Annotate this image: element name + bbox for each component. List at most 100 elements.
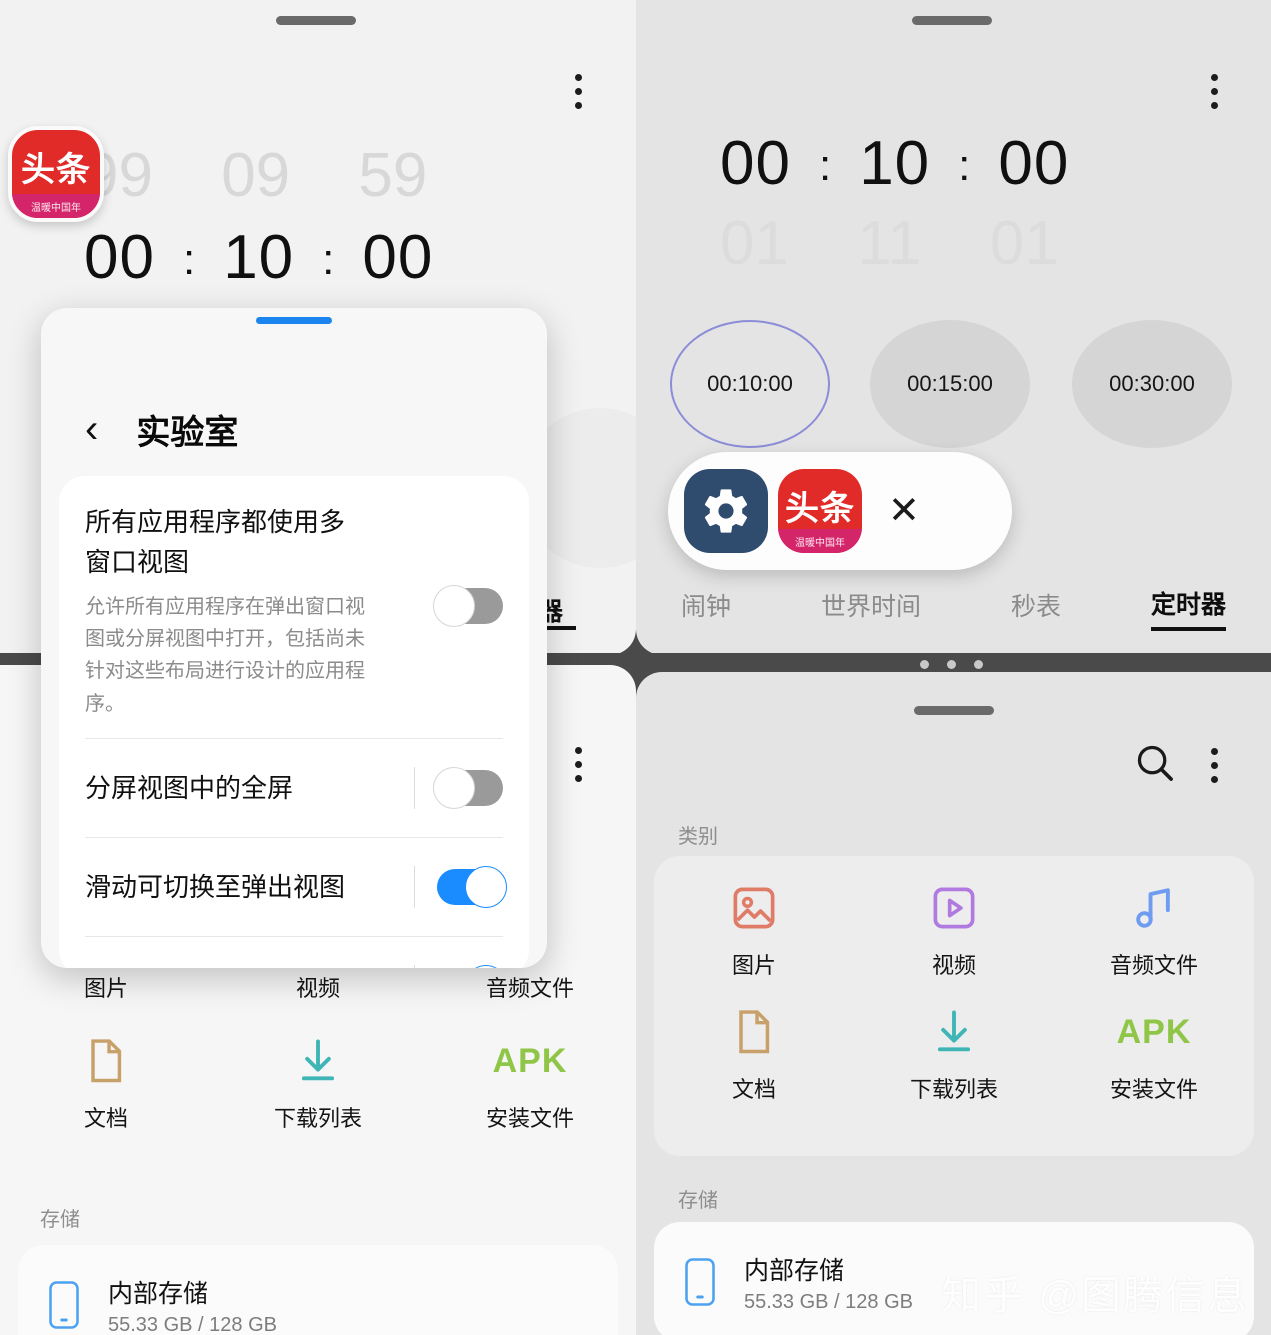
download-icon xyxy=(301,1039,335,1081)
image-icon xyxy=(733,887,775,929)
timer-seconds-left[interactable]: 00 xyxy=(362,222,433,293)
split-screen-stage: 99 : 09 : 59 00 : 10 : 00 器 头条 温暖中国年 00 … xyxy=(0,0,1271,1335)
timer-preset-0[interactable]: 00:10:00 xyxy=(670,320,830,448)
video-icon xyxy=(933,887,975,929)
setting-row-swipe-popup[interactable]: 滑动可切换至弹出视图 xyxy=(59,838,529,936)
storage-name-right: 内部存储 xyxy=(744,1256,845,1285)
file-manager-right-window: 类别 图片 视频 音频文件 文档 下载列表 APK 安装文件 存储 内部存储 5… xyxy=(636,672,1271,1335)
timer-hours-left[interactable]: 00 xyxy=(84,222,155,293)
toggle-separator-2 xyxy=(414,866,415,909)
toggle-multiwindow[interactable] xyxy=(433,585,503,627)
timer-minutes-left[interactable]: 10 xyxy=(223,222,294,293)
search-icon[interactable] xyxy=(1132,740,1178,786)
setting-row-swipe-popup-title: 滑动可切换至弹出视图 xyxy=(85,872,346,902)
toutiao-icon-floating-left[interactable]: 头条 温暖中国年 xyxy=(8,126,104,222)
category-label-audio-right: 音频文件 xyxy=(1109,953,1198,978)
kebab-menu-icon-clock-right[interactable] xyxy=(1210,74,1218,109)
category-label-documents-left: 文档 xyxy=(83,1106,128,1131)
category-label-downloads-right: 下载列表 xyxy=(909,1077,998,1102)
ghost-minutes-left: 09 xyxy=(221,141,291,210)
kebab-menu-icon-files-left[interactable] xyxy=(574,747,582,782)
window-grabber-handle-left[interactable] xyxy=(276,16,356,25)
setting-row-multiwindow-title-1: 所有应用程序都使用多 xyxy=(85,507,346,537)
apk-icon: APK xyxy=(1116,1012,1192,1051)
category-label-apk-right: 安装文件 xyxy=(1109,1077,1198,1102)
gear-icon-app[interactable] xyxy=(684,469,768,553)
lab-settings-popup-window[interactable]: ‹ 实验室 所有应用程序都使用多 窗口视图 允许所有应用程序在弹出窗口视图或分屏… xyxy=(41,308,547,968)
category-downloads-left[interactable]: 下载列表 xyxy=(212,1035,424,1133)
window-grabber-handle-right[interactable] xyxy=(912,16,992,25)
toutiao-icon-app[interactable]: 头条 温暖中国年 xyxy=(778,469,862,553)
category-label-videos-left[interactable]: 视频 xyxy=(212,971,424,1003)
storage-section-label-left: 存储 xyxy=(40,1209,80,1231)
tab-world-clock[interactable]: 世界时间 xyxy=(821,587,921,629)
category-documents-right[interactable]: 文档 xyxy=(654,1006,854,1104)
setting-row-fullscreen-split[interactable]: 分屏视图中的全屏 xyxy=(59,739,529,837)
timer-sep2-left: : xyxy=(322,235,335,284)
category-apk-left[interactable]: APK 安装文件 xyxy=(424,1035,636,1133)
timer-seconds-right[interactable]: 00 xyxy=(998,128,1069,199)
timer-preset-2-label: 00:30:00 xyxy=(1109,371,1195,396)
popup-grabber-handle[interactable] xyxy=(256,317,332,324)
timer-sep1-left: : xyxy=(182,235,196,284)
zhihu-watermark: 知乎 @图腾信息 xyxy=(941,1274,1249,1318)
toutiao-icon-band-text: 温暖中国年 xyxy=(12,194,100,218)
timer-sep1-right: : xyxy=(818,141,832,190)
clock-tab-bar: 闹钟 世界时间 秒表 定时器 xyxy=(636,585,1271,631)
ghost-minutes-right: 11 xyxy=(857,209,922,278)
timer-value-left[interactable]: 00 : 10 : 00 xyxy=(84,222,433,293)
storage-usage-left: 55.33 GB / 128 GB xyxy=(108,1313,277,1335)
timer-minutes-right[interactable]: 10 xyxy=(859,128,930,199)
category-label-images-left[interactable]: 图片 xyxy=(0,971,212,1003)
storage-item-left[interactable]: 内部存储 55.33 GB / 128 GB xyxy=(18,1245,618,1335)
kebab-menu-icon-files-right[interactable] xyxy=(1210,748,1218,783)
timer-hours-right[interactable]: 00 xyxy=(720,128,791,199)
toggle-swipe-popup[interactable] xyxy=(437,866,507,909)
ghost-seconds-right: 01 xyxy=(989,209,1059,278)
timer-preset-1-label: 00:15:00 xyxy=(907,371,993,396)
toggle-separator-3 xyxy=(414,965,415,968)
category-label-audio-left[interactable]: 音频文件 xyxy=(424,971,636,1003)
timer-ghost-row-below-right: 01 : 11 : 01 xyxy=(720,208,1059,279)
close-icon[interactable]: ✕ xyxy=(888,492,920,530)
category-label-apk-left: 安装文件 xyxy=(485,1106,574,1131)
setting-row-multiwindow-title-2: 窗口视图 xyxy=(85,547,190,578)
category-downloads-right[interactable]: 下载列表 xyxy=(854,1006,1054,1104)
download-icon xyxy=(937,1010,971,1052)
timer-preset-2[interactable]: 00:30:00 xyxy=(1072,320,1232,448)
floating-app-switcher-pill[interactable]: 头条 温暖中国年 ✕ xyxy=(668,452,1012,570)
kebab-menu-icon-clock-left[interactable] xyxy=(574,74,582,109)
storage-section-label-right: 存储 xyxy=(678,1190,718,1212)
toggle-fullscreen-split[interactable] xyxy=(433,767,503,810)
toutiao-icon-top-text: 头条 xyxy=(21,151,91,189)
back-chevron-icon[interactable]: ‹ xyxy=(85,409,98,449)
tab-stopwatch[interactable]: 秒表 xyxy=(1011,587,1061,629)
phone-icon xyxy=(685,1258,715,1306)
category-label-downloads-left: 下载列表 xyxy=(273,1106,362,1131)
timer-preset-1[interactable]: 00:15:00 xyxy=(870,320,1030,448)
tab-alarm[interactable]: 闹钟 xyxy=(681,587,731,629)
tab-timer[interactable]: 定时器 xyxy=(1150,585,1226,631)
category-label-images-right: 图片 xyxy=(731,953,776,978)
setting-row-multiwindow-desc: 允许所有应用程序在弹出窗口视图或分屏视图中打开，包括尚未针对这些布局进行设计的应… xyxy=(85,595,365,715)
setting-row-swipe-split-title: 滑动可切换至分屏视图 xyxy=(85,966,345,968)
category-videos-right[interactable]: 视频 xyxy=(854,882,1054,980)
timer-value-right[interactable]: 00 : 10 : 00 xyxy=(720,128,1069,199)
setting-row-swipe-split[interactable]: 滑动可切换至分屏视图 xyxy=(59,937,529,968)
window-grabber-handle-files-right[interactable] xyxy=(914,706,994,715)
category-images-right[interactable]: 图片 xyxy=(654,882,854,980)
toggle-separator-1 xyxy=(414,767,415,810)
ghost-hours-right: 01 xyxy=(720,209,789,278)
popup-settings-list: 所有应用程序都使用多 窗口视图 允许所有应用程序在弹出窗口视图或分屏视图中打开，… xyxy=(59,476,529,968)
split-divider-drag-handle[interactable] xyxy=(920,660,983,669)
category-section-label-right: 类别 xyxy=(678,826,718,848)
document-icon xyxy=(739,1010,770,1054)
setting-row-fullscreen-split-title: 分屏视图中的全屏 xyxy=(85,773,294,803)
category-audio-right[interactable]: 音频文件 xyxy=(1054,882,1254,980)
category-apk-right[interactable]: APK 安装文件 xyxy=(1054,1006,1254,1104)
category-card-right: 图片 视频 音频文件 文档 下载列表 APK 安装文件 xyxy=(654,856,1254,1156)
ghost-seconds-left: 59 xyxy=(358,141,428,210)
category-documents-left[interactable]: 文档 xyxy=(0,1035,212,1133)
timer-sep2-right: : xyxy=(958,141,971,190)
setting-row-multiwindow[interactable]: 所有应用程序都使用多 窗口视图 允许所有应用程序在弹出窗口视图或分屏视图中打开，… xyxy=(59,476,529,720)
